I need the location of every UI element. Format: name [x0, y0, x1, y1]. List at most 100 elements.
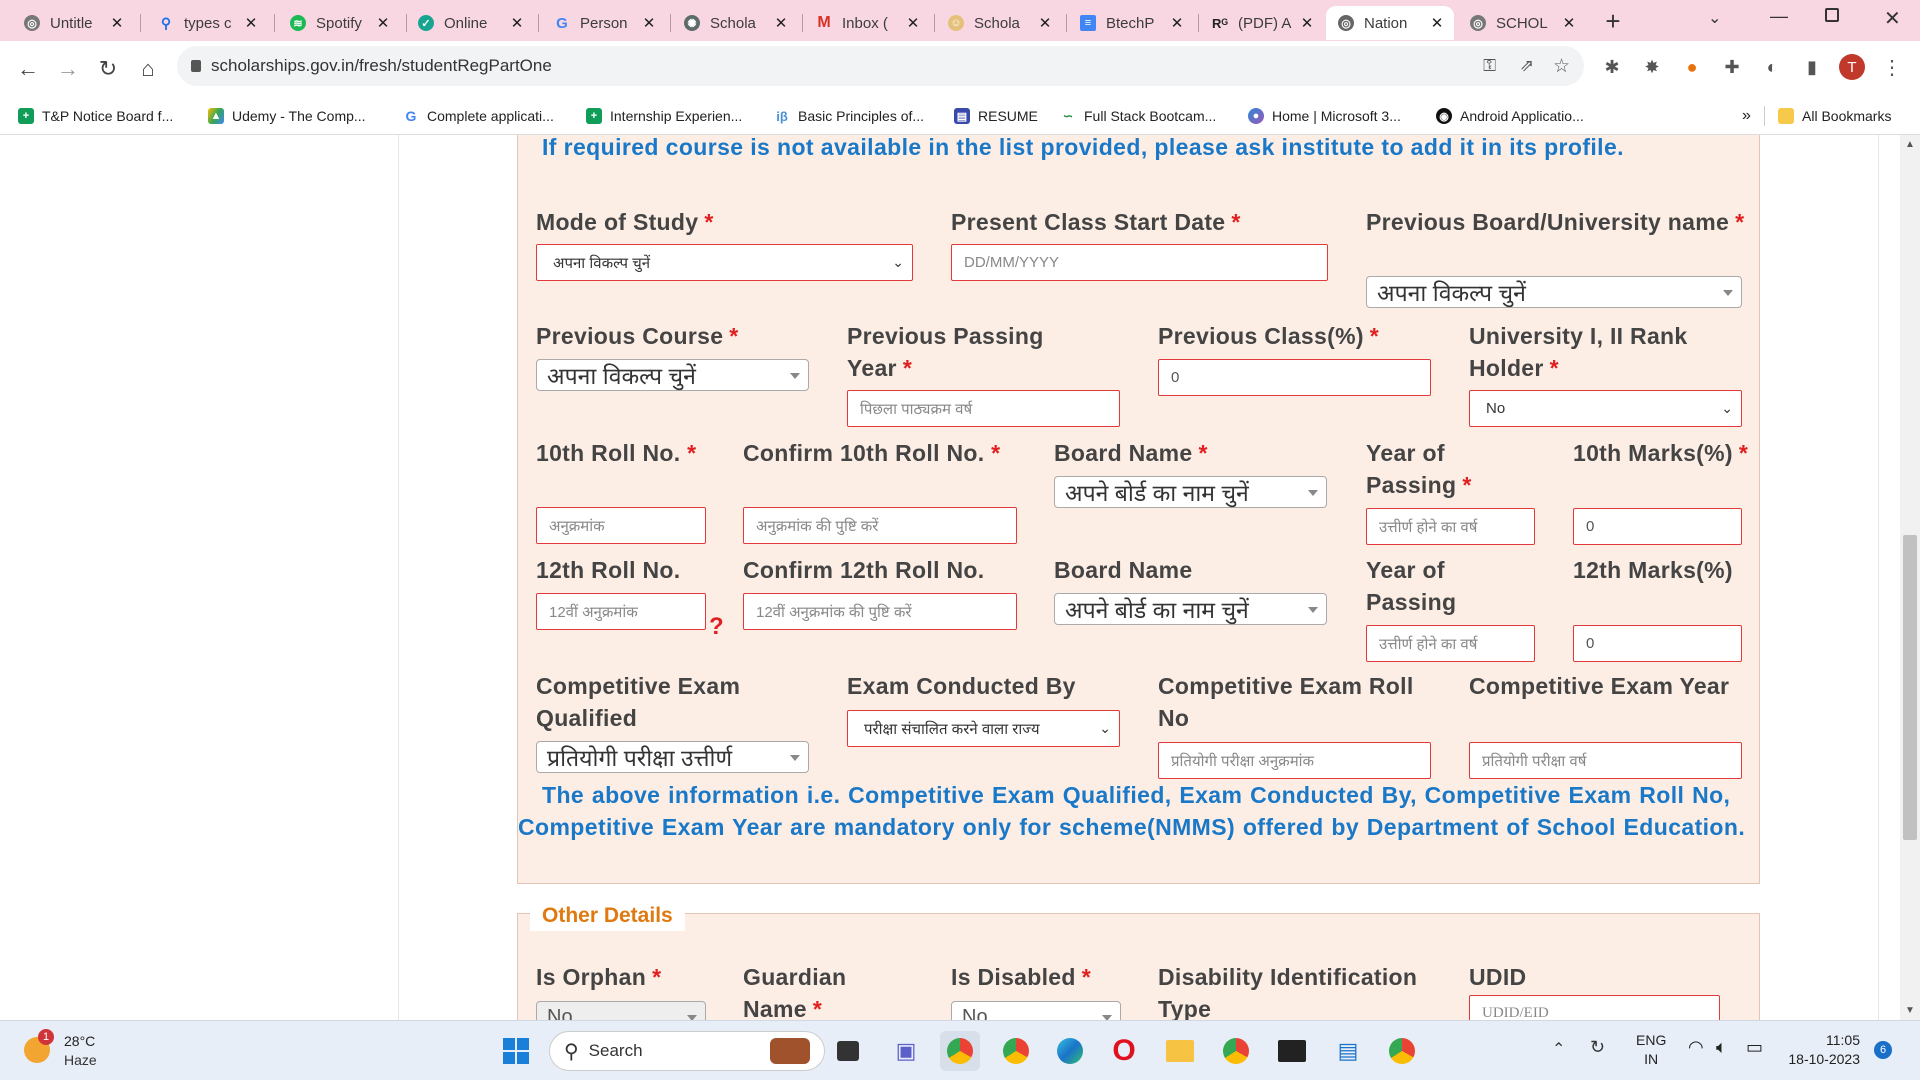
scroll-down-icon[interactable]: ▼ [1905, 1005, 1915, 1016]
language-indicator[interactable]: ENG IN [1636, 1031, 1666, 1069]
bookmark-star-icon[interactable]: ☆ [1553, 55, 1570, 78]
chrome-profile-4-icon[interactable] [1382, 1031, 1422, 1071]
udid-input[interactable]: UDID/EID [1469, 995, 1720, 1020]
comp-roll-input[interactable]: प्रतियोगी परीक्षा अनुक्रमांक [1158, 742, 1431, 779]
close-icon[interactable]: ✕ [372, 14, 394, 32]
back-icon[interactable]: ← [10, 51, 46, 87]
mode-of-study-select[interactable]: अपना विकल्प चुनें ⌄ [536, 244, 913, 281]
close-icon[interactable]: ✕ [1034, 14, 1056, 32]
tab-7[interactable]: M Inbox (✕ [804, 6, 930, 40]
confirm-roll10-input[interactable]: अनुक्रमांक की पुष्टि करें [743, 507, 1017, 544]
start-icon[interactable] [496, 1031, 536, 1071]
year10-input[interactable]: उत्तीर्ण होने का वर्ष [1366, 508, 1535, 545]
is-orphan-select[interactable]: No [536, 1001, 706, 1020]
address-bar[interactable]: scholarships.gov.in/fresh/studentRegPart… [177, 46, 1584, 86]
comp-year-input[interactable]: प्रतियोगी परीक्षा वर्ष [1469, 742, 1742, 779]
page-scrollbar[interactable]: ▲ ▼ [1900, 135, 1920, 1020]
terminal-icon[interactable] [1272, 1031, 1312, 1071]
tray-sync-icon[interactable]: ↻ [1590, 1037, 1605, 1058]
task-view-icon[interactable] [828, 1031, 868, 1071]
prev-class-pct-input[interactable]: 0 [1158, 359, 1431, 396]
bookmark-item[interactable]: ∽ Full Stack Bootcam... [1060, 105, 1216, 127]
tab-1[interactable]: ◎ Untitle ✕ [12, 6, 134, 40]
board10-select[interactable]: अपने बोर्ड का नाम चुनें [1054, 476, 1327, 508]
tab-11-active[interactable]: ◎ Nation ✕ [1326, 6, 1454, 40]
bookmarks-overflow-button[interactable]: » [1742, 105, 1751, 127]
opera-icon[interactable]: O [1104, 1031, 1144, 1071]
bookmark-item[interactable]: + Internship Experien... [586, 105, 742, 127]
scrollbar-thumb[interactable] [1903, 535, 1917, 840]
clock[interactable]: 11:05 18-10-2023 [1780, 1031, 1860, 1069]
extension-puzzle-2-icon[interactable]: ✸ [1636, 51, 1668, 83]
sync-icon[interactable]: ◐ [1756, 51, 1788, 83]
bookmark-item[interactable]: ▤ RESUME [954, 105, 1038, 127]
chrome-profile-3-icon[interactable] [1216, 1031, 1256, 1071]
bookmark-item[interactable]: ◉ Android Applicatio... [1436, 105, 1584, 127]
close-window-icon[interactable]: ✕ [1884, 6, 1901, 31]
marks10-input[interactable]: 0 [1573, 508, 1742, 545]
close-icon[interactable]: ✕ [506, 14, 528, 32]
battery-icon[interactable]: ▭ [1746, 1037, 1763, 1058]
is-disabled-select[interactable]: No [951, 1001, 1121, 1020]
taskbar-search[interactable]: ⚲ Search [549, 1031, 825, 1071]
share-icon[interactable]: ⇗ [1520, 56, 1534, 76]
tab-search-icon[interactable]: ⌄ [1708, 8, 1721, 28]
notification-badge[interactable]: 6 [1874, 1041, 1892, 1059]
year12-input[interactable]: उत्तीर्ण होने का वर्ष [1366, 625, 1535, 662]
avatar[interactable]: T [1836, 51, 1868, 83]
chrome-profile-1-icon[interactable] [940, 1031, 980, 1071]
meet-icon[interactable]: ▣ [886, 1031, 926, 1071]
extension-bug-icon[interactable]: ✱ [1596, 51, 1628, 83]
tray-chevron-icon[interactable]: ⌃ [1552, 1039, 1565, 1059]
key-icon[interactable]: ⚿ [1483, 56, 1496, 76]
marks12-input[interactable]: 0 [1573, 625, 1742, 662]
tab-2[interactable]: ⚲ types c ✕ [146, 6, 268, 40]
bookmark-item[interactable]: G Complete applicati... [403, 105, 554, 127]
close-icon[interactable]: ✕ [240, 14, 262, 32]
tab-8[interactable]: ☺ Schola ✕ [936, 6, 1062, 40]
extension-orange-icon[interactable]: ● [1676, 51, 1708, 83]
bookmark-item[interactable]: ● Home | Microsoft 3... [1248, 105, 1401, 127]
comp-exam-select[interactable]: प्रतियोगी परीक्षा उत्तीर्ण [536, 741, 809, 773]
prev-course-select[interactable]: अपना विकल्प चुनें [536, 359, 809, 391]
forward-icon[interactable]: → [50, 51, 86, 87]
new-tab-icon[interactable]: + [1598, 6, 1628, 36]
close-icon[interactable]: ✕ [1426, 14, 1448, 32]
roll10-input[interactable]: अनुक्रमांक [536, 507, 706, 544]
exam-by-select[interactable]: परीक्षा संचालित करने वाला राज्य ⌄ [847, 710, 1120, 747]
tab-4[interactable]: ✓ Online ✕ [406, 6, 534, 40]
all-bookmarks-button[interactable]: All Bookmarks [1778, 105, 1891, 127]
present-class-start-input[interactable]: DD/MM/YYYY [951, 244, 1328, 281]
notepad-icon[interactable]: ▤ [1328, 1031, 1368, 1071]
close-icon[interactable]: ✕ [1558, 14, 1580, 32]
minimize-icon[interactable]: — [1770, 6, 1788, 27]
menu-icon[interactable]: ⋮ [1876, 51, 1908, 83]
bookmark-item[interactable]: ▲ Udemy - The Comp... [208, 105, 366, 127]
side-panel-icon[interactable]: ▮ [1796, 51, 1828, 83]
bookmark-item[interactable]: iβ Basic Principles of... [774, 105, 924, 127]
restore-icon[interactable] [1825, 8, 1839, 22]
tab-6[interactable]: ✺ Schola ✕ [672, 6, 798, 40]
roll12-input[interactable]: 12वीं अनुक्रमांक [536, 593, 706, 630]
reload-icon[interactable]: ↻ [90, 51, 126, 87]
home-icon[interactable]: ⌂ [130, 51, 166, 87]
tab-9[interactable]: ≡ BtechP ✕ [1068, 6, 1194, 40]
scroll-up-icon[interactable]: ▲ [1905, 139, 1915, 150]
bookmark-item[interactable]: + T&P Notice Board f... [18, 105, 173, 127]
close-icon[interactable]: ✕ [902, 14, 924, 32]
site-info-icon[interactable] [191, 60, 201, 72]
wifi-icon[interactable]: ◠ [1688, 1037, 1704, 1058]
tab-5[interactable]: G Person ✕ [542, 6, 666, 40]
close-icon[interactable]: ✕ [1296, 14, 1318, 32]
url-text[interactable]: scholarships.gov.in/fresh/studentRegPart… [211, 56, 552, 76]
file-explorer-icon[interactable] [1160, 1031, 1200, 1071]
close-icon[interactable]: ✕ [106, 14, 128, 32]
extensions-puzzle-icon[interactable]: ✚ [1716, 51, 1748, 83]
edge-icon[interactable] [1050, 1031, 1090, 1071]
volume-icon[interactable]: 🔈︎ [1716, 1037, 1727, 1058]
prev-passing-year-input[interactable]: पिछला पाठ्यक्रम वर्ष [847, 390, 1120, 427]
tab-3[interactable]: ≋ Spotify ✕ [278, 6, 400, 40]
prev-board-select[interactable]: अपना विकल्प चुनें [1366, 276, 1742, 308]
close-icon[interactable]: ✕ [770, 14, 792, 32]
confirm-roll12-input[interactable]: 12वीं अनुक्रमांक की पुष्टि करें [743, 593, 1017, 630]
